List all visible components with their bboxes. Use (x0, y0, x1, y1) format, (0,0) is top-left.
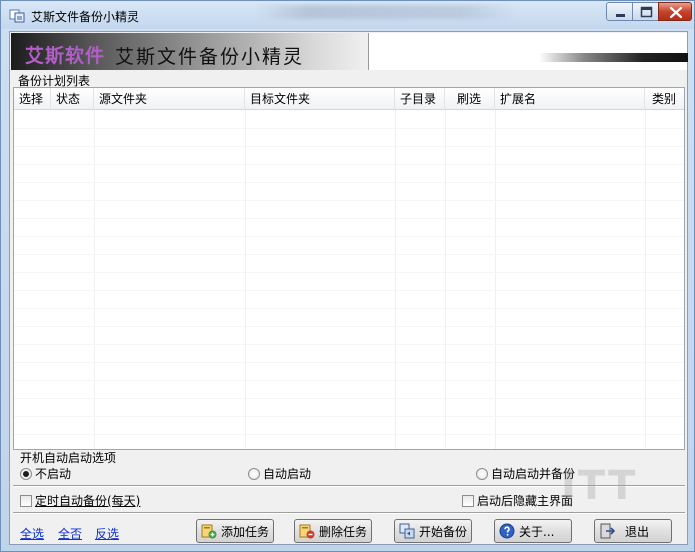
exit-icon (600, 523, 615, 539)
select-all-link[interactable]: 全选 (20, 525, 44, 542)
checkbox-indicator[interactable] (20, 495, 32, 507)
banner-gradient: 艾斯软件 艾斯文件备份小精灵 (11, 33, 368, 70)
add-task-button[interactable]: 添加任务 (196, 519, 274, 543)
row-divider (14, 146, 684, 147)
client-area: 艾斯软件 艾斯文件备份小精灵 备份计划列表 选择 状态 源文件夹 目标文件夹 子… (9, 31, 688, 545)
select-none-link[interactable]: 全否 (58, 525, 82, 542)
row-divider (14, 290, 684, 291)
row-divider (14, 200, 684, 201)
about-label: 关于... (519, 524, 555, 539)
startup-options-caption: 开机自动启动选项 (20, 451, 117, 465)
window-title: 艾斯文件备份小精灵 (31, 10, 140, 24)
banner: 艾斯软件 艾斯文件备份小精灵 (11, 33, 688, 70)
timed-backup-checkbox[interactable]: 定时自动备份(每天) (20, 492, 140, 508)
row-divider (14, 164, 684, 165)
start-backup-label: 开始备份 (419, 524, 468, 539)
checkbox-indicator[interactable] (462, 495, 474, 507)
radio-indicator[interactable] (20, 468, 32, 480)
row-divider (14, 128, 684, 129)
exit-label: 退出 (625, 524, 650, 539)
backup-plan-list[interactable]: 选择 状态 源文件夹 目标文件夹 子目录 刷选 扩展名 类别 (13, 87, 685, 450)
row-divider (14, 416, 684, 417)
column-header-extension[interactable]: 扩展名 (495, 88, 645, 110)
radio-no-start[interactable]: 不启动 (20, 465, 71, 481)
radio-auto-start-backup[interactable]: 自动启动并备份 (476, 465, 575, 481)
column-header-source-folder[interactable]: 源文件夹 (94, 88, 245, 110)
column-header-category[interactable]: 类别 (645, 88, 684, 110)
banner-title: 艾斯文件备份小精灵 (115, 46, 305, 68)
row-divider (14, 434, 684, 435)
row-divider (14, 218, 684, 219)
maximize-button[interactable] (632, 2, 659, 21)
backup-icon (399, 523, 415, 539)
delete-task-button[interactable]: 删除任务 (294, 519, 372, 543)
list-header: 选择 状态 源文件夹 目标文件夹 子目录 刷选 扩展名 类别 (14, 88, 684, 110)
column-header-target-folder[interactable]: 目标文件夹 (245, 88, 395, 110)
add-task-icon (201, 524, 217, 539)
radio-auto-start[interactable]: 自动启动 (248, 465, 311, 481)
title-bar-background (256, 5, 516, 19)
row-divider (14, 380, 684, 381)
separator (13, 512, 685, 514)
row-divider (14, 344, 684, 345)
radio-label: 不启动 (35, 467, 72, 481)
checkbox-label: 定时自动备份(每天) (35, 494, 141, 508)
about-button[interactable]: 关于... (494, 519, 572, 543)
separator (13, 485, 685, 487)
help-icon (499, 523, 515, 539)
radio-label: 自动启动 (263, 467, 312, 481)
row-divider (14, 362, 684, 363)
delete-task-icon (299, 524, 315, 539)
add-task-label: 添加任务 (221, 524, 270, 539)
close-icon (669, 6, 683, 19)
radio-indicator[interactable] (476, 468, 488, 480)
start-backup-button[interactable]: 开始备份 (394, 519, 472, 543)
delete-task-label: 删除任务 (319, 524, 368, 539)
app-icon (9, 7, 25, 23)
radio-label: 自动启动并备份 (491, 467, 576, 481)
maximize-icon (640, 6, 653, 18)
checkbox-label: 启动后隐藏主界面 (477, 494, 574, 508)
banner-right-panel (368, 33, 688, 70)
exit-button[interactable]: 退出 (594, 519, 672, 543)
row-divider (14, 308, 684, 309)
close-button[interactable] (658, 2, 692, 21)
row-divider (14, 236, 684, 237)
row-divider (14, 398, 684, 399)
hide-after-start-checkbox[interactable]: 启动后隐藏主界面 (462, 492, 573, 508)
column-header-status[interactable]: 状态 (51, 88, 94, 110)
row-divider (14, 272, 684, 273)
column-header-filter[interactable]: 刷选 (445, 88, 495, 110)
minimize-button[interactable] (606, 2, 633, 21)
title-bar[interactable]: 艾斯文件备份小精灵 (1, 1, 694, 29)
invert-selection-link[interactable]: 反选 (95, 525, 119, 542)
minimize-icon (616, 14, 625, 17)
radio-indicator[interactable] (248, 468, 260, 480)
banner-decoration-bar (539, 53, 688, 62)
banner-logo: 艾斯软件 (25, 45, 106, 67)
row-divider (14, 182, 684, 183)
row-divider (14, 254, 684, 255)
app-window: 艾斯文件备份小精灵 艾斯软件 艾斯文件备份小精灵 备份计划列表 选择 状态 源文… (0, 0, 695, 552)
row-divider (14, 326, 684, 327)
column-header-subdir[interactable]: 子目录 (395, 88, 445, 110)
column-header-select[interactable]: 选择 (14, 88, 51, 110)
